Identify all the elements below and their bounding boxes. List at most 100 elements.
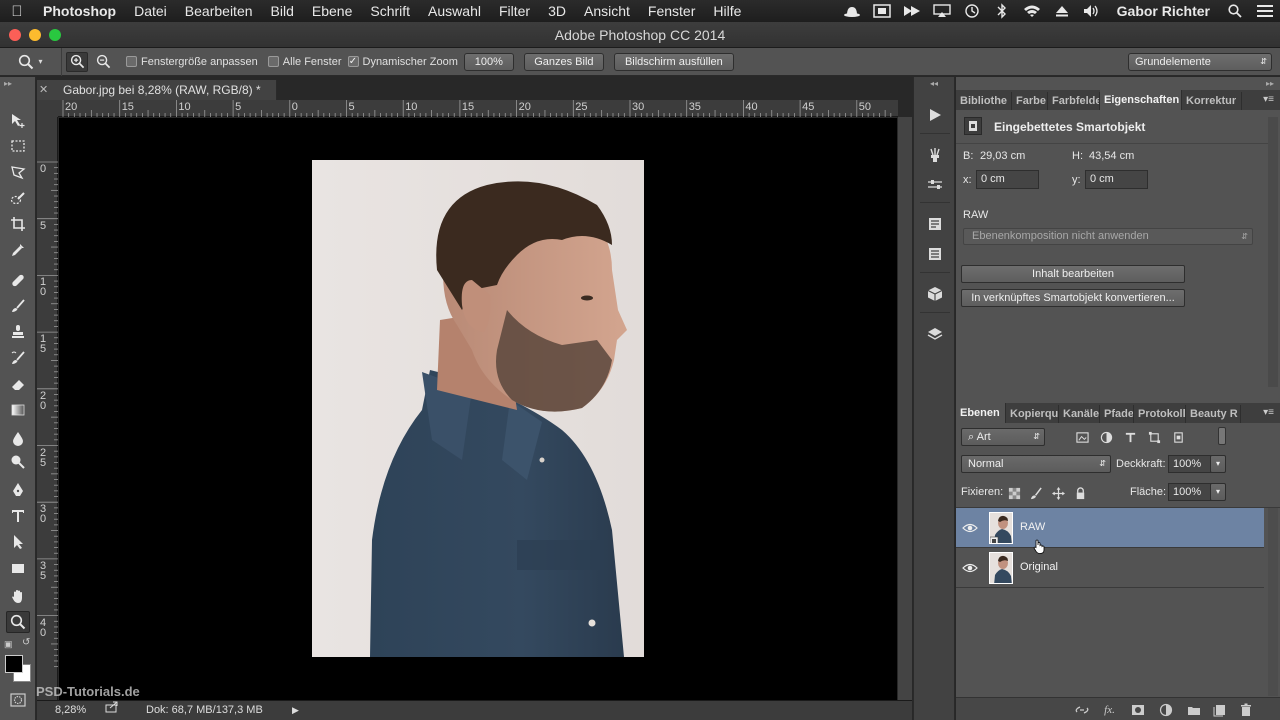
- zoom-out-button[interactable]: [92, 52, 114, 72]
- convert-to-linked-button[interactable]: In verknüpftes Smartobjekt konvertieren.…: [961, 289, 1185, 307]
- default-colors-icon[interactable]: ▣: [4, 639, 13, 650]
- document-size-info[interactable]: Dok: 68,7 MB/137,3 MB: [146, 701, 263, 719]
- eject-icon[interactable]: [1047, 0, 1077, 22]
- blur-tool[interactable]: [6, 427, 30, 449]
- document-canvas[interactable]: [59, 118, 897, 700]
- history-brush-tool[interactable]: [6, 347, 30, 369]
- close-tab-icon[interactable]: ✕: [39, 80, 48, 100]
- fill-screen-button[interactable]: Bildschirm ausfüllen: [613, 52, 734, 71]
- document-tab[interactable]: ✕ Gabor.jpg bei 8,28% (RAW, RGB/8) *: [37, 80, 277, 100]
- eyedropper-tool[interactable]: [6, 239, 30, 261]
- menu-schrift[interactable]: Schrift: [361, 0, 419, 22]
- vertical-scrollbar[interactable]: [898, 117, 912, 700]
- volume-icon[interactable]: [1077, 0, 1107, 22]
- layer-filter-select[interactable]: ⌕ Art ⇵: [961, 428, 1045, 446]
- rectangle-tool[interactable]: [6, 557, 30, 579]
- time-machine-icon[interactable]: [957, 0, 987, 22]
- panel-collapse-icon[interactable]: ▸▸: [0, 77, 35, 91]
- ruler-origin[interactable]: [37, 100, 58, 117]
- status-menu-arrow-icon[interactable]: ▶: [292, 701, 299, 719]
- filter-adjustment-icon[interactable]: [1098, 429, 1114, 445]
- wifi-icon[interactable]: [1017, 0, 1047, 22]
- menu-datei[interactable]: Datei: [125, 0, 176, 22]
- menu-ansicht[interactable]: Ansicht: [575, 0, 639, 22]
- brush-tool[interactable]: [6, 295, 30, 317]
- brush-settings-icon[interactable]: [924, 173, 946, 195]
- vertical-ruler[interactable]: 0 5 1 0 1 5 2 0 2 5 3 0 3 5 4 0: [37, 117, 58, 700]
- bluetooth-icon[interactable]: [987, 0, 1017, 22]
- x-input[interactable]: 0 cm: [976, 170, 1039, 189]
- menu-auswahl[interactable]: Auswahl: [419, 0, 490, 22]
- layer-row[interactable]: Original: [956, 548, 1264, 588]
- character-panel-icon[interactable]: [924, 213, 946, 235]
- tab-layers[interactable]: Ebenen: [956, 403, 1006, 423]
- user-name[interactable]: Gabor Richter: [1107, 3, 1220, 19]
- pen-tool[interactable]: [6, 479, 30, 501]
- gradient-tool[interactable]: [6, 399, 30, 421]
- tab-color[interactable]: Farbe: [1012, 92, 1048, 110]
- notification-center-icon[interactable]: [1250, 0, 1280, 22]
- tab-beauty-retouch[interactable]: Beauty R: [1186, 405, 1241, 423]
- horizontal-ruler[interactable]: 20 15 10 5 0 5 10 15 20 25 30 35 40 45 50: [58, 100, 898, 117]
- brush-presets-icon[interactable]: [924, 144, 946, 166]
- tab-swatches[interactable]: Farbfelde: [1048, 92, 1100, 110]
- layer-comps-icon[interactable]: [924, 323, 946, 345]
- tab-history[interactable]: Protokoll: [1134, 405, 1186, 423]
- forward-icon[interactable]: [897, 0, 927, 22]
- maximize-window-button[interactable]: [49, 29, 61, 41]
- tab-paths[interactable]: Pfade: [1100, 405, 1134, 423]
- hand-tool[interactable]: [6, 585, 30, 607]
- tab-adjustments[interactable]: Korrektur: [1182, 92, 1242, 110]
- fill-input[interactable]: 100%: [1168, 483, 1212, 501]
- fill-dropdown-icon[interactable]: ▾: [1210, 483, 1226, 501]
- zoom-level-field[interactable]: 8,28%: [55, 701, 86, 719]
- quick-selection-tool[interactable]: [6, 187, 30, 209]
- tab-clone-source[interactable]: Kopierqu: [1006, 405, 1059, 423]
- add-mask-icon[interactable]: [1130, 702, 1145, 717]
- visibility-eye-icon[interactable]: [962, 560, 978, 576]
- opacity-input[interactable]: 100%: [1168, 455, 1212, 473]
- minimize-window-button[interactable]: [29, 29, 41, 41]
- filter-smart-object-icon[interactable]: [1170, 429, 1186, 445]
- layer-comp-select[interactable]: Ebenenkomposition nicht anwenden ⇵: [963, 228, 1253, 245]
- crop-tool[interactable]: [6, 213, 30, 235]
- lock-image-icon[interactable]: [1028, 485, 1044, 501]
- panel-menu-icon[interactable]: ▾≡: [1263, 90, 1274, 110]
- filter-pixel-icon[interactable]: [1074, 429, 1090, 445]
- layer-row[interactable]: RAW: [956, 508, 1264, 554]
- checkbox-unchecked[interactable]: [126, 56, 137, 67]
- screen-share-icon[interactable]: [867, 0, 897, 22]
- quick-mask-icon[interactable]: [10, 693, 26, 712]
- new-group-icon[interactable]: [1186, 702, 1201, 717]
- type-tool[interactable]: [6, 505, 30, 527]
- swap-colors-icon[interactable]: ↺: [22, 637, 30, 648]
- menu-filter[interactable]: Filter: [490, 0, 539, 22]
- fx-icon[interactable]: fx.: [1102, 702, 1117, 717]
- foreground-color-swatch[interactable]: [5, 655, 23, 673]
- menu-bearbeiten[interactable]: Bearbeiten: [176, 0, 262, 22]
- zoom-100-button[interactable]: 100%: [463, 52, 514, 71]
- width-value[interactable]: 29,03 cm: [980, 150, 1025, 162]
- zoom-tool[interactable]: [6, 611, 30, 633]
- filter-type-icon[interactable]: [1122, 429, 1138, 445]
- airplay-icon[interactable]: [927, 0, 957, 22]
- zoom-in-button[interactable]: [66, 51, 88, 72]
- menu-ebene[interactable]: Ebene: [303, 0, 361, 22]
- collapse-panels-icon[interactable]: ◂◂: [930, 79, 938, 88]
- new-adjustment-layer-icon[interactable]: [1158, 702, 1173, 717]
- tab-libraries[interactable]: Bibliothe: [956, 92, 1012, 110]
- 3d-panel-icon[interactable]: [924, 283, 946, 305]
- share-icon[interactable]: [105, 701, 119, 719]
- apple-menu-icon[interactable]: : [0, 3, 34, 20]
- marquee-tool[interactable]: [6, 135, 30, 157]
- dodge-tool[interactable]: [6, 451, 30, 473]
- move-tool[interactable]: [6, 109, 30, 131]
- menu-3d[interactable]: 3D: [539, 0, 575, 22]
- checkbox-unchecked[interactable]: [267, 56, 279, 67]
- delete-layer-icon[interactable]: [1238, 702, 1253, 717]
- hat-icon[interactable]: [837, 0, 867, 22]
- menu-app[interactable]: Photoshop: [34, 0, 125, 22]
- height-value[interactable]: 43,54 cm: [1089, 150, 1134, 162]
- properties-scrollbar[interactable]: [1268, 117, 1278, 387]
- new-layer-icon[interactable]: [1212, 702, 1227, 717]
